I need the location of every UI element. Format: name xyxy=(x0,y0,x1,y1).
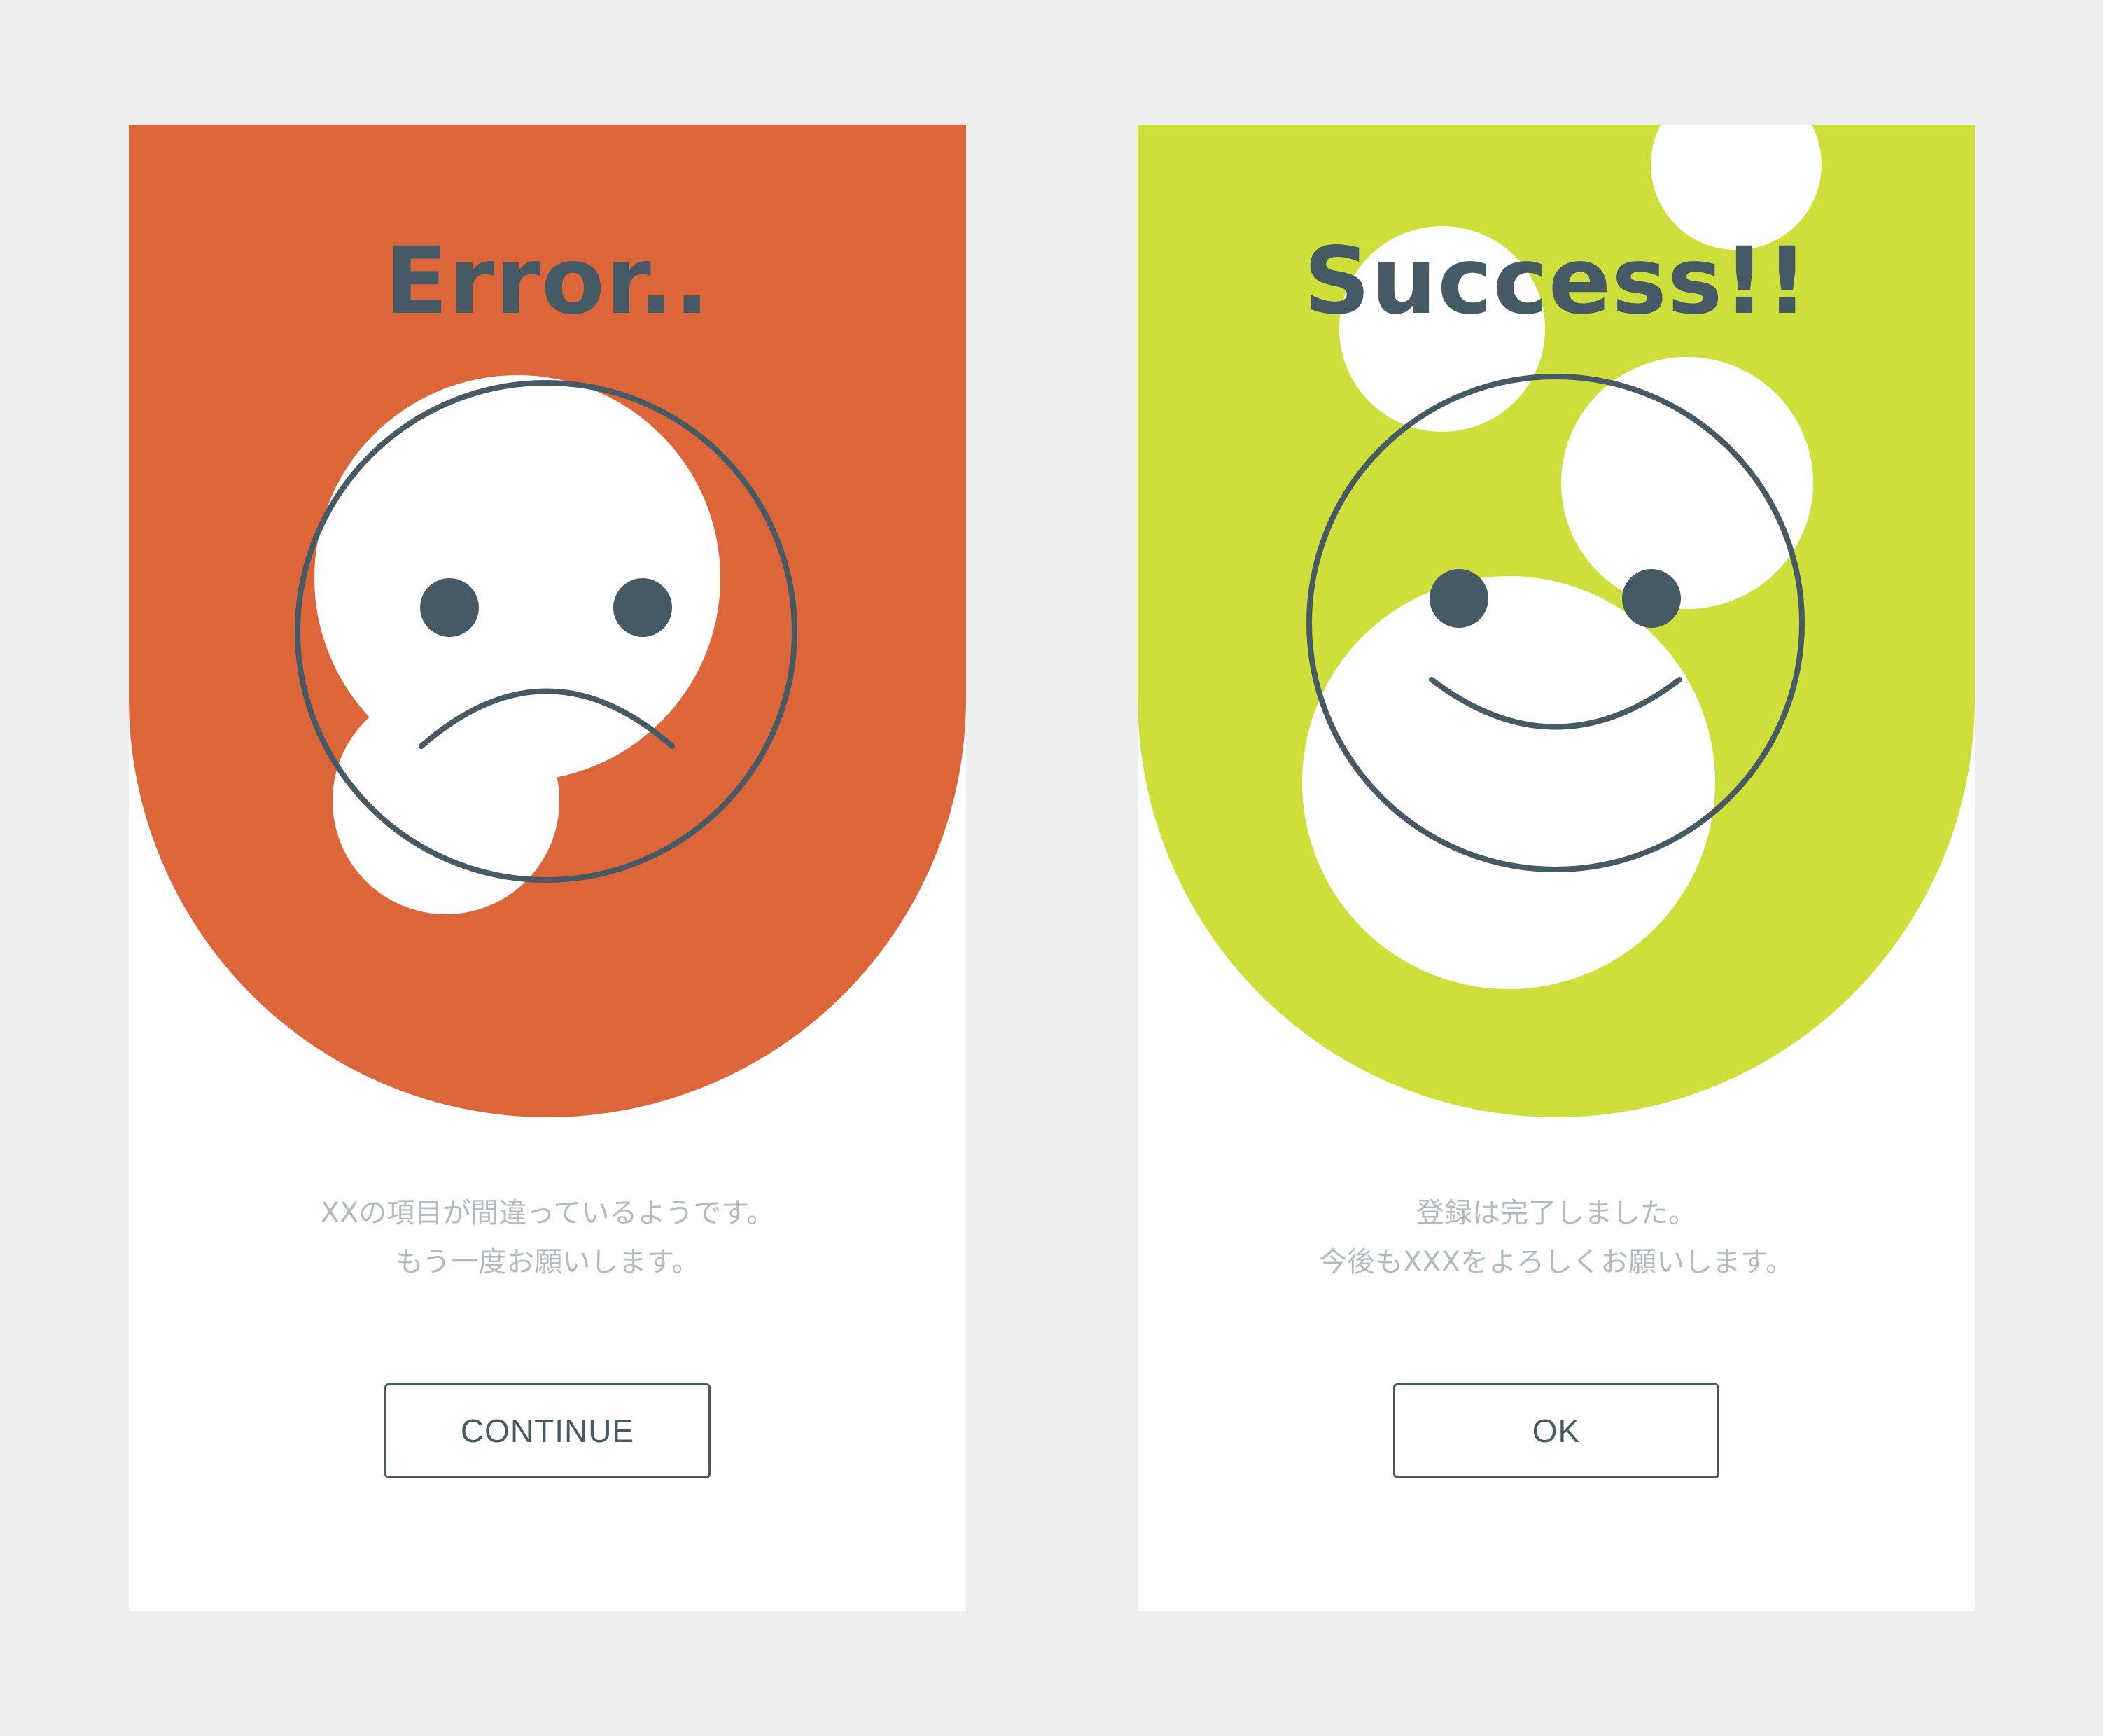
success-blob-right xyxy=(1561,357,1813,609)
success-blob-main xyxy=(1302,576,1715,989)
right-eye xyxy=(1622,569,1681,628)
right-eye xyxy=(613,578,672,637)
error-title: Error.. xyxy=(384,227,711,335)
left-eye xyxy=(1430,569,1488,628)
success-message: 登録は完了しました。 今後もXXXをよろしくお願いします。 xyxy=(1138,1189,1975,1287)
error-message-line-1: XXの項目が間違っているようです。 xyxy=(320,1197,775,1229)
error-message: XXの項目が間違っているようです。 もう一度お願いします。 xyxy=(129,1189,966,1287)
success-message-line-1: 登録は完了しました。 xyxy=(1416,1197,1696,1229)
success-card: Success!! 登録は完了しました。 今後もXXXをよろしくお願いします。 … xyxy=(1138,125,1975,1611)
success-message-line-2: 今後もXXXをよろしくお願いします。 xyxy=(1318,1246,1794,1278)
success-title: Success!! xyxy=(1304,227,1809,335)
ok-button[interactable]: OK xyxy=(1393,1383,1719,1478)
error-message-line-2: もう一度お願いします。 xyxy=(395,1246,700,1278)
left-eye xyxy=(420,578,479,637)
error-card: Error.. XXの項目が間違っているようです。 もう一度お願いします。 CO… xyxy=(129,125,966,1611)
continue-button[interactable]: CONTINUE xyxy=(384,1383,711,1478)
